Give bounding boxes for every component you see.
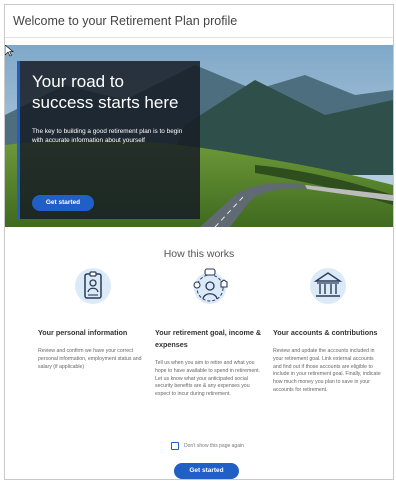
person-goals-icon	[193, 268, 228, 304]
info-card-description: Tell us when you aim to retire and what …	[155, 360, 260, 398]
info-card-description: Review and confirm we have your correct …	[38, 348, 142, 370]
dont-show-again-checkbox-row[interactable]: Don't show this page again	[171, 442, 244, 450]
info-card-personal: Your personal information Review and con…	[38, 267, 148, 371]
info-card-title: Your personal information	[38, 328, 128, 337]
dont-show-again-label: Don't show this page again	[184, 443, 244, 449]
info-card-retirement-goal: Your retirement goal, income & expenses …	[155, 267, 265, 399]
mouse-cursor-icon	[5, 45, 14, 57]
hero-description: The key to building a good retirement pl…	[32, 128, 183, 144]
hero-title: Your road to success starts here	[32, 72, 179, 112]
footer-get-started-button[interactable]: Get started	[174, 463, 239, 479]
profile-window: Welcome to your Retirement Plan profile	[4, 4, 394, 480]
info-card-description: Review and update the accounts included …	[273, 348, 381, 393]
dont-show-again-checkbox[interactable]	[171, 442, 179, 450]
bank-icon	[310, 268, 346, 304]
info-card-title: Your retirement goal, income & expenses	[155, 328, 262, 349]
info-card-accounts: Your accounts & contributions Review and…	[273, 267, 383, 395]
hero-get-started-button[interactable]: Get started	[32, 195, 94, 211]
hero-promo-card: Your road to success starts here The key…	[17, 61, 200, 219]
info-card-title: Your accounts & contributions	[273, 328, 378, 337]
page-title: Welcome to your Retirement Plan profile	[5, 5, 393, 38]
id-badge-icon	[75, 268, 111, 304]
how-it-works-heading: How this works	[163, 248, 235, 260]
hero-banner: Your road to success starts here The key…	[5, 45, 393, 227]
